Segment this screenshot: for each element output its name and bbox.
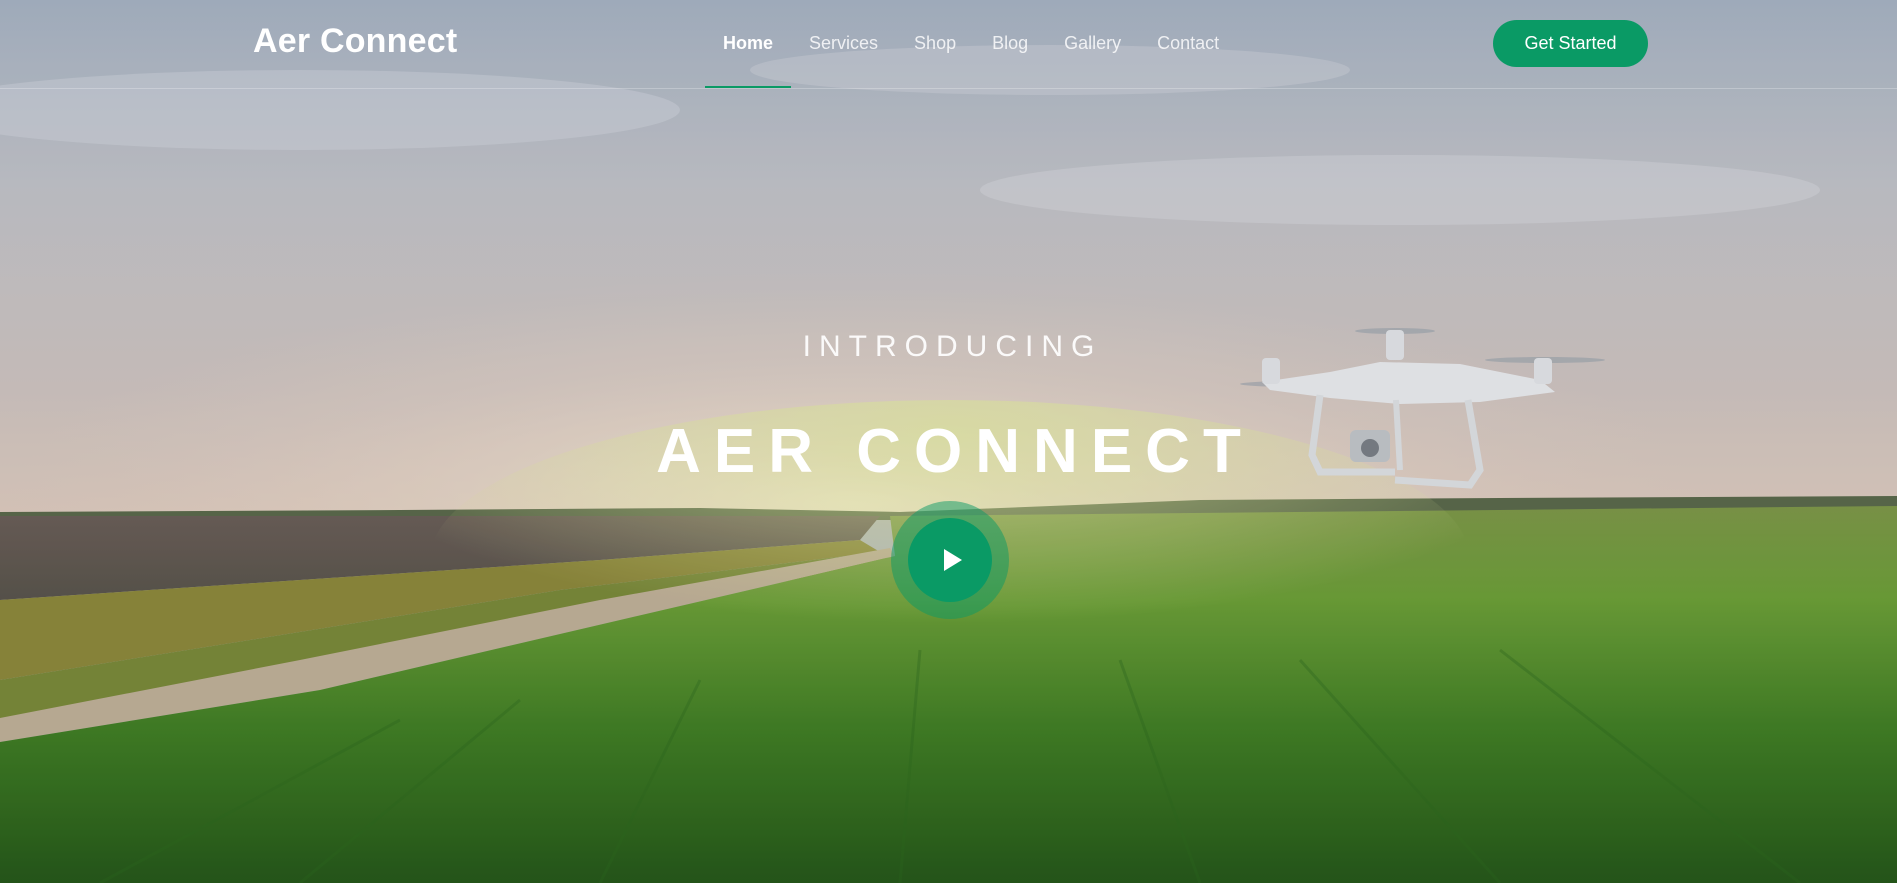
site-logo[interactable]: Aer Connect [253,22,457,61]
nav-link-services[interactable]: Services [791,0,896,88]
nav-link-blog[interactable]: Blog [974,0,1046,88]
nav-link-home[interactable]: Home [705,0,792,88]
nav-link-shop[interactable]: Shop [896,0,974,88]
hero-eyebrow: INTRODUCING [802,330,1103,363]
hero-title: AER CONNECT [656,417,1254,486]
main-nav: Home Services Shop Blog Gallery Contact [705,0,1237,88]
hero-section: Aer Connect Home Services Shop Blog Gall… [0,0,1897,883]
nav-link-gallery[interactable]: Gallery [1046,0,1139,88]
play-video-button[interactable] [908,518,992,602]
nav-link-contact[interactable]: Contact [1139,0,1237,88]
site-header: Aer Connect Home Services Shop Blog Gall… [0,0,1897,89]
play-icon [943,549,962,571]
get-started-button[interactable]: Get Started [1493,20,1648,67]
